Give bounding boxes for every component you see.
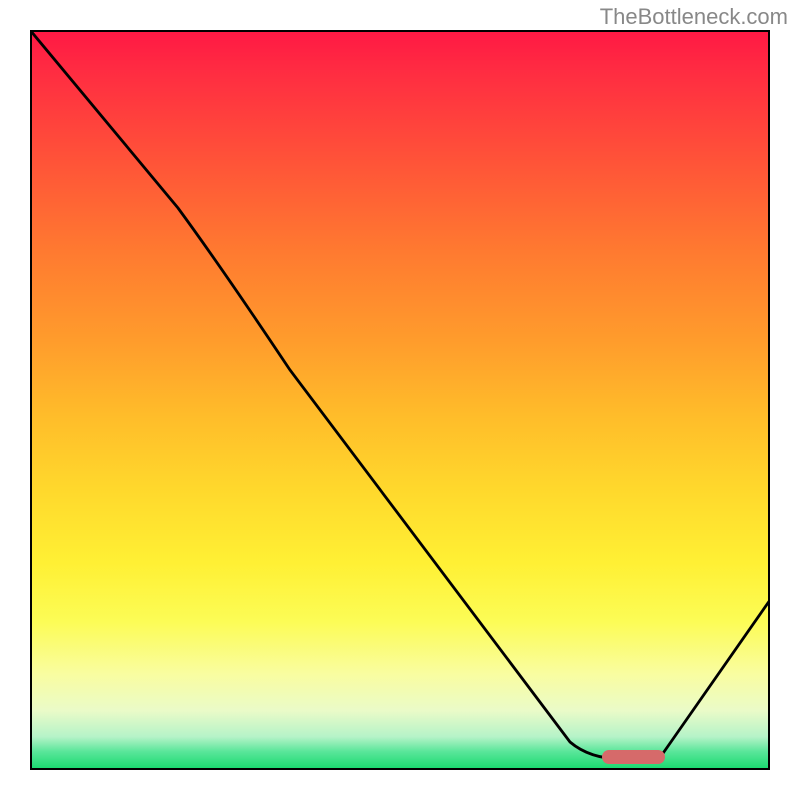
chart-plot-area	[30, 30, 770, 770]
optimal-range-marker	[602, 750, 665, 764]
watermark-text: TheBottleneck.com	[600, 4, 788, 30]
bottleneck-curve	[30, 30, 770, 770]
